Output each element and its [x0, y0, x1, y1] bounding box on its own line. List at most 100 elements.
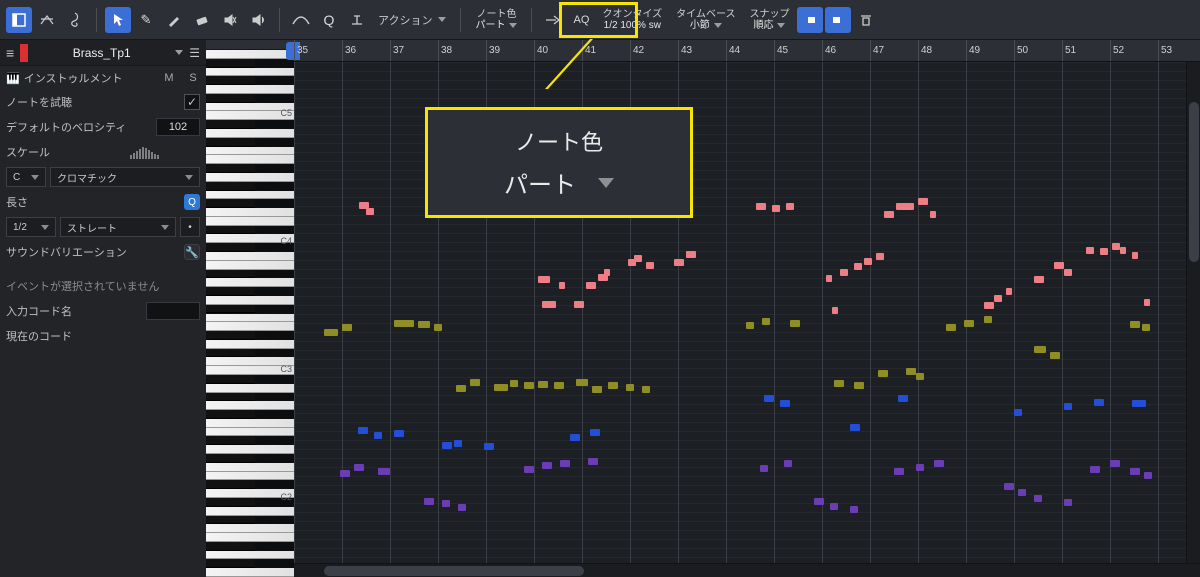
quantize-tool-icon[interactable]: Q — [316, 7, 342, 33]
timeline-ruler[interactable]: 35363738394041424344454647484950515253 — [294, 40, 1200, 62]
midi-note[interactable] — [764, 395, 774, 402]
menu-icon[interactable]: ≡ — [6, 45, 14, 61]
ruler-bar[interactable]: 40 — [534, 40, 548, 61]
midi-note[interactable] — [876, 253, 884, 260]
midi-note[interactable] — [1034, 495, 1042, 502]
midi-note[interactable] — [484, 443, 494, 450]
midi-note[interactable] — [1090, 466, 1100, 473]
midi-note[interactable] — [434, 324, 442, 331]
midi-note[interactable] — [542, 301, 556, 308]
midi-note[interactable] — [1034, 346, 1046, 353]
midi-note[interactable] — [354, 464, 364, 471]
midi-note[interactable] — [918, 198, 928, 205]
midi-note[interactable] — [1034, 276, 1044, 283]
mute-tool-icon[interactable] — [217, 7, 243, 33]
midi-note[interactable] — [898, 395, 908, 402]
drum-editor-icon[interactable] — [34, 7, 60, 33]
midi-note[interactable] — [442, 500, 450, 507]
midi-note[interactable] — [570, 434, 580, 441]
show-editor-icon[interactable] — [6, 7, 32, 33]
midi-note[interactable] — [538, 276, 550, 283]
midi-note[interactable] — [984, 316, 992, 323]
ruler-bar[interactable]: 48 — [918, 40, 932, 61]
ruler-bar[interactable]: 49 — [966, 40, 980, 61]
input-chord-field[interactable] — [146, 302, 200, 320]
midi-note[interactable] — [854, 263, 862, 270]
ruler-bar[interactable]: 43 — [678, 40, 692, 61]
midi-note[interactable] — [746, 322, 754, 329]
scrollbar-thumb[interactable] — [1189, 102, 1199, 262]
midi-note[interactable] — [559, 282, 565, 289]
midi-note[interactable] — [1064, 269, 1072, 276]
midi-note[interactable] — [1144, 472, 1152, 479]
midi-note[interactable] — [884, 211, 894, 218]
mute-button[interactable]: M — [162, 72, 176, 84]
midi-note[interactable] — [470, 379, 480, 386]
pencil-tool-icon[interactable]: ✎ — [133, 7, 159, 33]
midi-note[interactable] — [830, 503, 838, 510]
action-menu[interactable]: アクション — [372, 12, 452, 28]
midi-note[interactable] — [1006, 288, 1012, 295]
midi-note[interactable] — [1004, 483, 1014, 490]
midi-note[interactable] — [762, 318, 770, 325]
midi-note[interactable] — [646, 262, 654, 269]
midi-note[interactable] — [454, 440, 462, 447]
midi-note[interactable] — [634, 255, 642, 262]
solo-button[interactable]: S — [186, 72, 200, 84]
midi-note[interactable] — [576, 379, 588, 386]
midi-note[interactable] — [760, 465, 768, 472]
midi-note[interactable] — [324, 329, 338, 336]
midi-note[interactable] — [1132, 252, 1138, 259]
ruler-bar[interactable]: 46 — [822, 40, 836, 61]
scrollbar-thumb[interactable] — [324, 566, 584, 576]
track-color-icon[interactable] — [20, 44, 28, 62]
midi-note[interactable] — [1112, 243, 1120, 250]
brush-tool-icon[interactable] — [161, 7, 187, 33]
midi-note[interactable] — [1142, 324, 1150, 331]
midi-note[interactable] — [1050, 352, 1060, 359]
midi-note[interactable] — [494, 384, 508, 391]
midi-note[interactable] — [1132, 400, 1146, 407]
midi-note[interactable] — [814, 498, 824, 505]
midi-note[interactable] — [1110, 460, 1120, 467]
ruler-bar[interactable]: 39 — [486, 40, 500, 61]
midi-note[interactable] — [424, 498, 434, 505]
midi-note[interactable] — [1120, 247, 1126, 254]
audition-tool-icon[interactable] — [245, 7, 271, 33]
midi-note[interactable] — [946, 324, 956, 331]
midi-note[interactable] — [878, 370, 888, 377]
midi-note[interactable] — [1018, 489, 1026, 496]
snap-menu[interactable]: スナップ 順応 — [743, 5, 795, 35]
midi-note[interactable] — [538, 381, 548, 388]
piano-keyboard[interactable]: C5C4C3C2 — [206, 40, 294, 577]
ruler-bar[interactable]: 44 — [726, 40, 740, 61]
midi-note[interactable] — [964, 320, 974, 327]
midi-note[interactable] — [896, 203, 914, 210]
midi-note[interactable] — [840, 269, 848, 276]
midi-note[interactable] — [574, 301, 584, 308]
ruler-bar[interactable]: 36 — [342, 40, 356, 61]
ruler-bar[interactable]: 47 — [870, 40, 884, 61]
midi-note[interactable] — [1086, 247, 1094, 254]
midi-note[interactable] — [854, 382, 864, 389]
midi-note[interactable] — [686, 251, 696, 258]
midi-note[interactable] — [560, 460, 570, 467]
midi-note[interactable] — [906, 368, 916, 375]
midi-note[interactable] — [418, 321, 430, 328]
midi-note[interactable] — [1014, 409, 1022, 416]
midi-note[interactable] — [358, 427, 368, 434]
midi-note[interactable] — [642, 386, 650, 393]
list-icon[interactable]: ☰ — [189, 46, 200, 60]
aq-button[interactable]: AQ — [568, 7, 594, 33]
midi-note[interactable] — [894, 468, 904, 475]
midi-note[interactable] — [592, 386, 602, 393]
align-top-icon[interactable] — [853, 7, 879, 33]
ruler-bar[interactable]: 38 — [438, 40, 452, 61]
quantize-badge-icon[interactable]: Q — [184, 194, 200, 210]
midi-note[interactable] — [394, 320, 414, 327]
horizontal-scrollbar[interactable] — [294, 563, 1200, 577]
midi-note[interactable] — [916, 373, 924, 380]
ruler-bar[interactable]: 35 — [294, 40, 308, 61]
timebase-menu[interactable]: タイムベース 小節 — [670, 5, 741, 35]
transpose-tool-icon[interactable] — [344, 7, 370, 33]
